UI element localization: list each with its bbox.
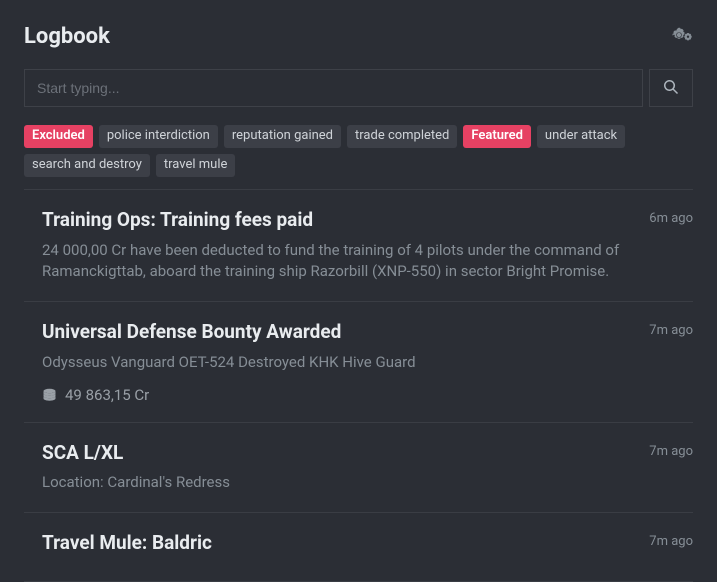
search-button[interactable]: [649, 69, 693, 107]
filter-tag[interactable]: trade completed: [347, 125, 457, 148]
filter-tag[interactable]: reputation gained: [224, 125, 341, 148]
entry-body: 24 000,00 Cr have been deducted to fund …: [42, 240, 693, 284]
log-entry[interactable]: Training Ops: Training fees paid 6m ago 24…: [24, 190, 693, 302]
entry-list: Training Ops: Training fees paid 6m ago 24…: [24, 189, 693, 582]
filter-tag[interactable]: under attack: [537, 125, 625, 148]
log-entry[interactable]: SCA L/XL 7m ago Location: Cardinal's Redre…: [24, 423, 693, 514]
entry-title: SCA L/XL: [42, 441, 123, 465]
entry-header: SCA L/XL 7m ago: [42, 441, 693, 465]
search-input[interactable]: [24, 69, 643, 107]
entry-title: Universal Defense Bounty Awarded: [42, 320, 341, 344]
header: Logbook: [24, 24, 693, 49]
entry-header: Training Ops: Training fees paid 6m ago: [42, 208, 693, 232]
entry-amount: 49 863,15 Cr: [42, 386, 693, 404]
coins-icon: [42, 388, 57, 402]
filter-tag[interactable]: search and destroy: [24, 154, 150, 177]
logbook-panel: Logbook Excluded police interdiction reput…: [0, 0, 717, 564]
log-entry[interactable]: Travel Mule: Baldric 7m ago: [24, 513, 693, 582]
tag-list: Excluded police interdiction reputation ga…: [24, 125, 693, 189]
filter-tag[interactable]: travel mule: [156, 154, 236, 177]
filter-tag[interactable]: Excluded: [24, 125, 93, 148]
filter-tag[interactable]: police interdiction: [99, 125, 218, 148]
entry-header: Travel Mule: Baldric 7m ago: [42, 531, 693, 555]
log-entry[interactable]: Universal Defense Bounty Awarded 7m ago Od…: [24, 302, 693, 423]
search-row: [24, 69, 693, 107]
entry-timestamp: 7m ago: [649, 444, 693, 459]
entry-body: Odysseus Vanguard OET-524 Destroyed KHK …: [42, 352, 693, 374]
entry-title: Training Ops: Training fees paid: [42, 208, 313, 232]
amount-value: 49 863,15 Cr: [65, 386, 149, 404]
entry-timestamp: 7m ago: [649, 323, 693, 338]
entry-title: Travel Mule: Baldric: [42, 531, 212, 555]
page-title: Logbook: [24, 24, 110, 49]
filter-tag[interactable]: Featured: [463, 125, 531, 148]
settings-icon[interactable]: [671, 27, 693, 47]
entry-timestamp: 6m ago: [649, 211, 693, 226]
entry-timestamp: 7m ago: [649, 534, 693, 549]
search-icon: [663, 79, 679, 98]
entry-body: Location: Cardinal's Redress: [42, 472, 693, 494]
entry-header: Universal Defense Bounty Awarded 7m ago: [42, 320, 693, 344]
